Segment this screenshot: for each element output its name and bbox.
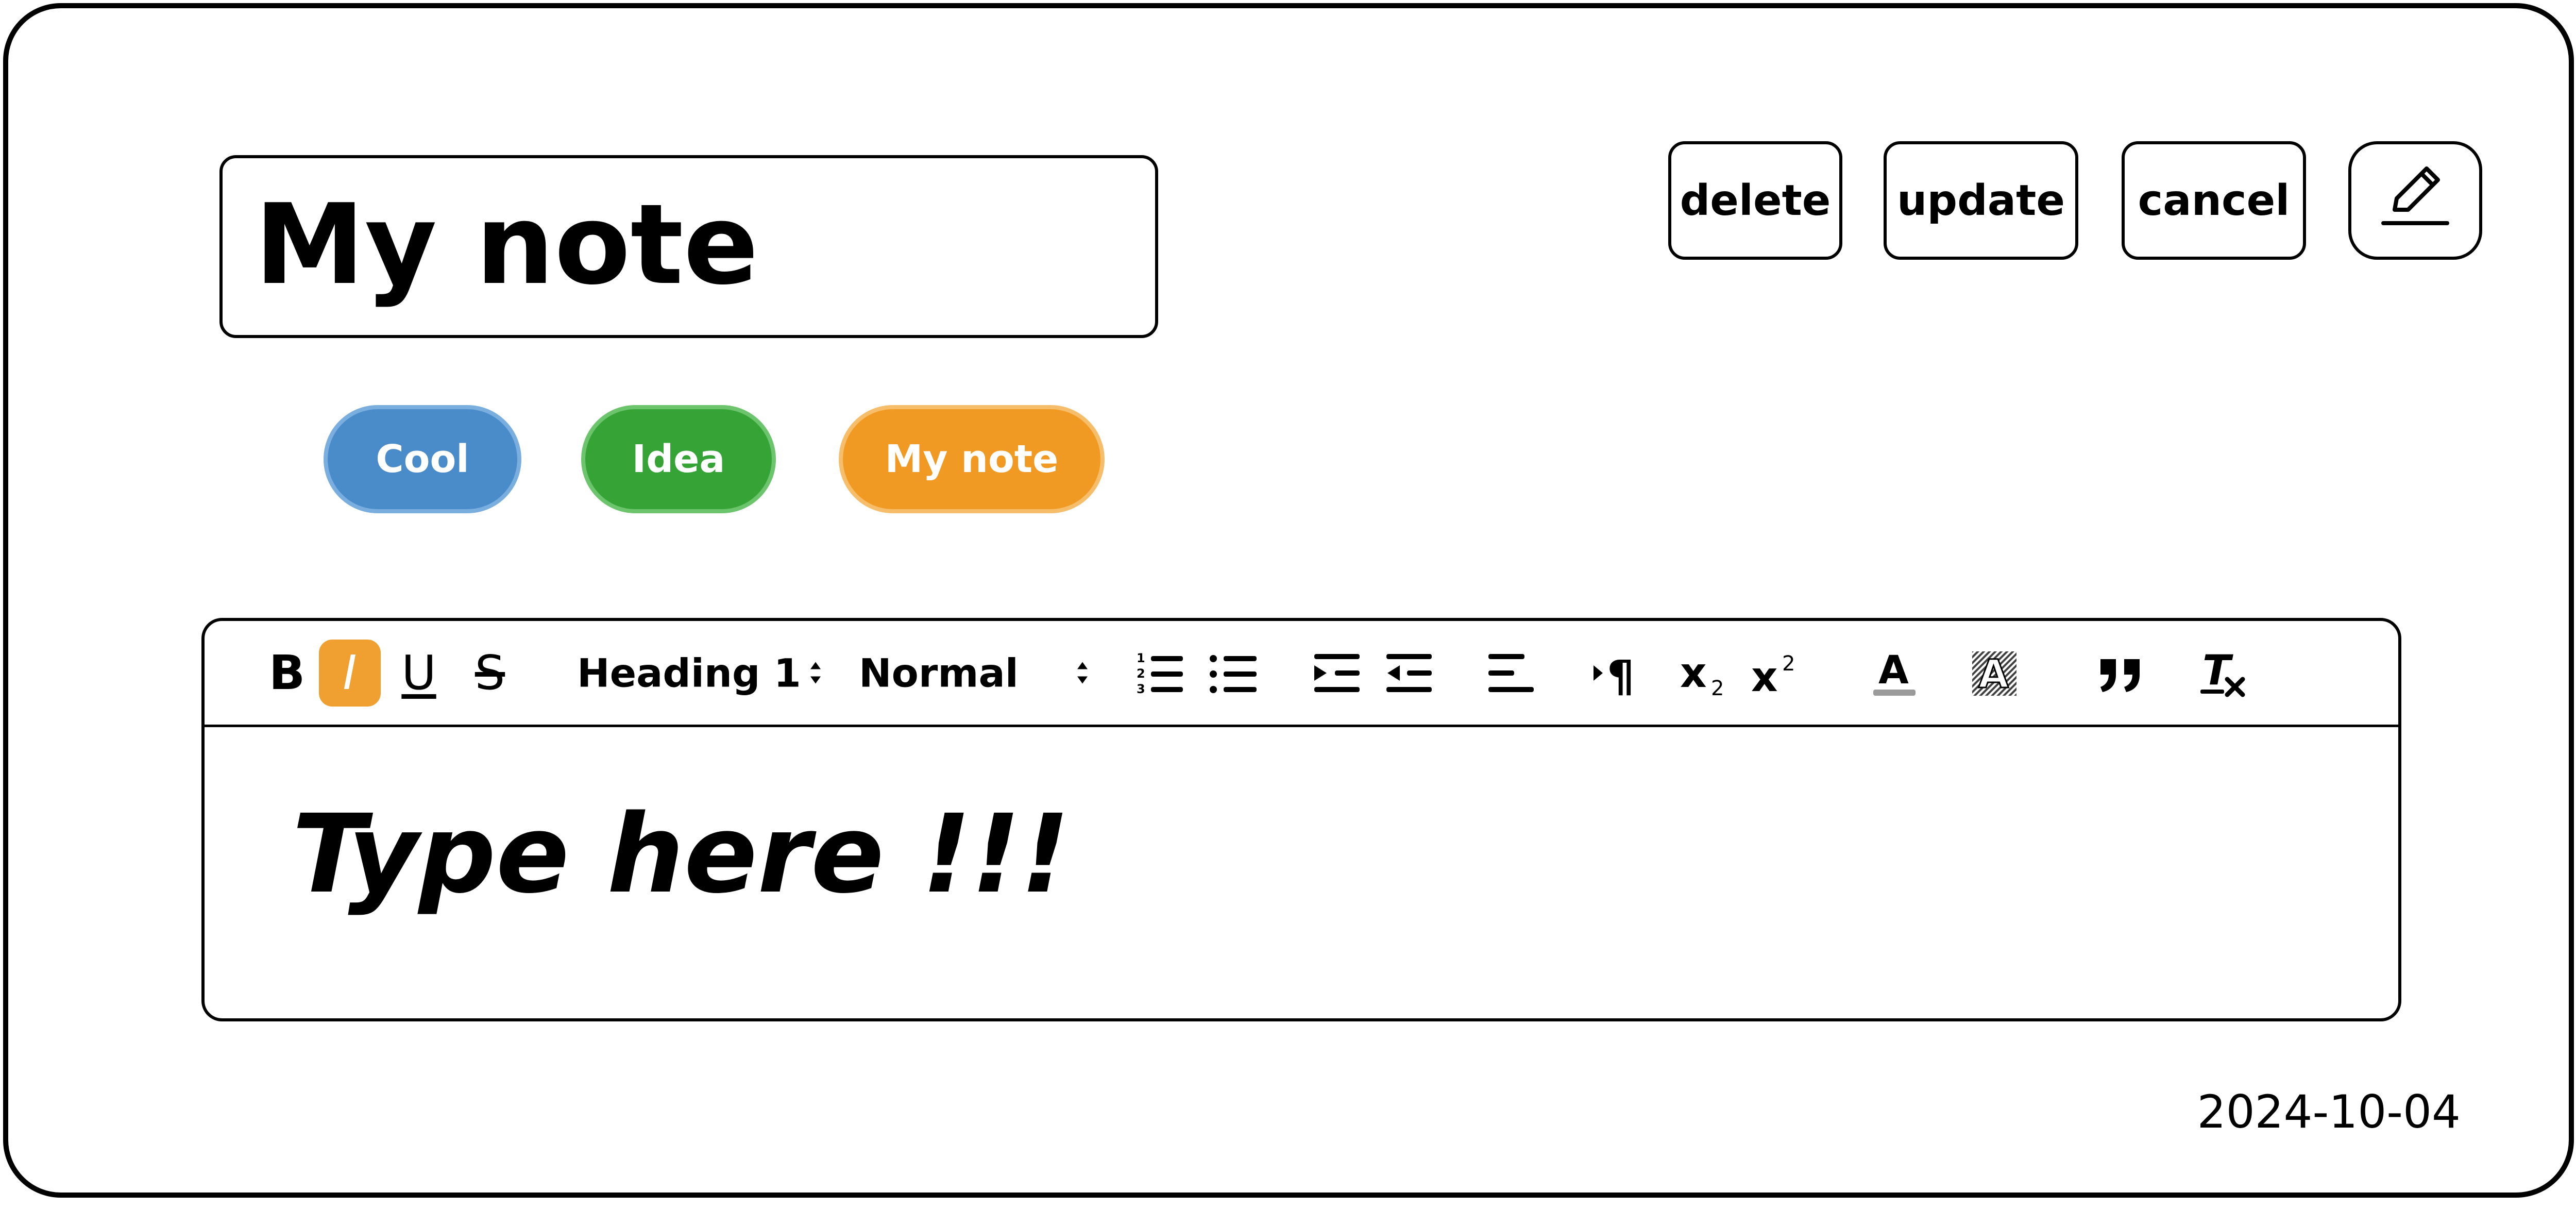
svg-text:3: 3 bbox=[1137, 682, 1145, 696]
subscript-icon[interactable]: x 2 bbox=[1679, 650, 1736, 696]
background-color-icon[interactable]: A bbox=[1969, 647, 2021, 699]
underline-button[interactable]: U bbox=[388, 640, 450, 707]
rich-text-editor: B I U S Heading 1 Normal 1 2 3 ¶ x 2 x 2… bbox=[201, 618, 2401, 1021]
editor-toolbar: B I U S Heading 1 Normal 1 2 3 ¶ x 2 x 2… bbox=[205, 621, 2398, 727]
tag-idea[interactable]: Idea bbox=[581, 405, 776, 513]
size-select[interactable]: Normal bbox=[859, 650, 1088, 696]
svg-text:x: x bbox=[1751, 653, 1778, 696]
select-arrows-icon bbox=[1077, 660, 1088, 686]
bold-button[interactable]: B bbox=[256, 640, 318, 707]
heading-select[interactable]: Heading 1 bbox=[577, 650, 821, 696]
superscript-icon[interactable]: x 2 bbox=[1750, 650, 1807, 696]
svg-text:2: 2 bbox=[1137, 666, 1145, 681]
indent-icon[interactable] bbox=[1312, 650, 1364, 696]
text-color-icon[interactable]: A bbox=[1871, 647, 1918, 699]
italic-button[interactable]: I bbox=[319, 639, 381, 707]
update-button[interactable]: update bbox=[1884, 141, 2078, 260]
editor-content[interactable]: Type here !!! bbox=[292, 791, 1070, 917]
note-title-input[interactable]: My note bbox=[219, 155, 1158, 338]
strike-button[interactable]: S bbox=[459, 640, 521, 707]
svg-text:T: T bbox=[2202, 647, 2233, 694]
svg-text:A: A bbox=[1978, 651, 2009, 697]
text-direction-icon[interactable]: ¶ bbox=[1590, 650, 1647, 696]
svg-text:2: 2 bbox=[1782, 652, 1795, 676]
edit-button[interactable] bbox=[2348, 141, 2482, 260]
svg-text:A: A bbox=[1878, 647, 1909, 693]
note-card: My note delete update cancel Cool Idea M… bbox=[3, 3, 2574, 1198]
svg-text:¶: ¶ bbox=[1607, 651, 1634, 696]
tag-cool[interactable]: Cool bbox=[324, 405, 521, 513]
svg-text:2: 2 bbox=[1711, 677, 1724, 696]
ordered-list-icon[interactable]: 1 2 3 bbox=[1136, 650, 1187, 696]
blockquote-icon[interactable] bbox=[2095, 650, 2147, 696]
pencil-icon bbox=[2379, 159, 2451, 242]
svg-text:1: 1 bbox=[1137, 651, 1145, 665]
outdent-icon[interactable] bbox=[1384, 650, 1436, 696]
delete-button[interactable]: delete bbox=[1668, 141, 1842, 260]
svg-text:x: x bbox=[1680, 650, 1707, 696]
align-left-icon[interactable] bbox=[1486, 650, 1538, 696]
heading-select-value: Heading 1 bbox=[577, 650, 801, 696]
size-select-value: Normal bbox=[859, 650, 1019, 696]
cancel-button[interactable]: cancel bbox=[2122, 141, 2306, 260]
tag-my-note[interactable]: My note bbox=[839, 405, 1105, 513]
note-date: 2024-10-04 bbox=[2197, 1085, 2461, 1138]
bullet-list-icon[interactable] bbox=[1209, 650, 1261, 696]
clear-format-icon[interactable]: T bbox=[2198, 647, 2250, 699]
